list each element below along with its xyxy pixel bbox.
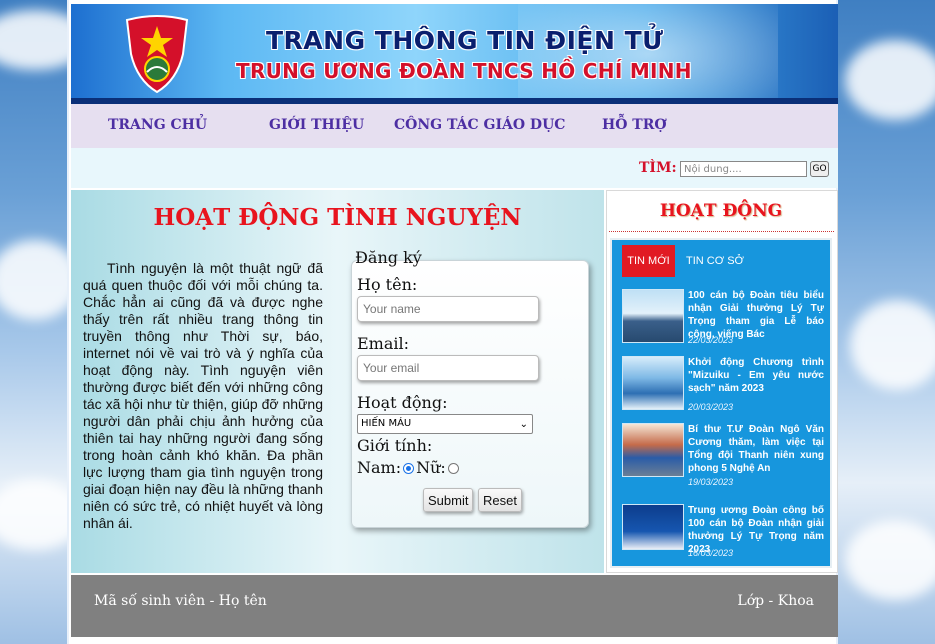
news-thumbnail-image — [622, 423, 684, 477]
form-legend: Đăng ký — [355, 248, 422, 267]
page-container: TRANG THÔNG TIN ĐIỆN TỬ TRUNG ƯƠNG ĐOÀN … — [67, 0, 838, 644]
activity-label: Hoạt động: — [357, 393, 448, 412]
search-input[interactable] — [680, 161, 807, 177]
search-go-button[interactable]: GO — [810, 161, 829, 177]
news-title[interactable]: Bí thư T.Ư Đoàn Ngô Văn Cương thăm, làm … — [688, 423, 824, 475]
nav-item-education[interactable]: CÔNG TÁC GIÁO DỤC — [394, 117, 565, 133]
news-date: 19/03/2023 — [688, 477, 734, 487]
divider — [609, 231, 834, 232]
search-label: TÌM: — [639, 160, 677, 176]
email-input[interactable] — [357, 355, 539, 381]
news-thumbnail-image — [622, 504, 684, 550]
news-item[interactable]: Trung ương Đoàn công bố 100 cán bộ Đoàn … — [622, 504, 826, 564]
news-item[interactable]: Bí thư T.Ư Đoàn Ngô Văn Cương thăm, làm … — [622, 423, 826, 487]
news-title[interactable]: Khởi động Chương trình "Mizuiku - Em yêu… — [688, 356, 824, 395]
intro-paragraph: Tình nguyện là một thuật ngữ đã quá quen… — [83, 260, 323, 531]
tab-local-news[interactable]: TIN CƠ SỞ — [686, 245, 744, 277]
sidebar-title: HOẠT ĐỘNG — [659, 201, 783, 221]
name-input[interactable] — [357, 296, 539, 322]
news-date: 22/03/2023 — [688, 335, 734, 345]
sidebar: HOẠT ĐỘNG TIN MỚI TIN CƠ SỞ 100 cán bộ Đ… — [606, 190, 838, 573]
cloud — [845, 520, 935, 600]
reset-button[interactable]: Reset — [478, 488, 522, 512]
youth-union-logo-icon — [125, 15, 189, 94]
female-radio[interactable] — [447, 463, 459, 474]
banner-subtitle: TRUNG ƯƠNG ĐOÀN TNCS HỒ CHÍ MINH — [236, 59, 692, 83]
male-label: Nam: — [357, 458, 402, 477]
chevron-down-icon: ⌄ — [519, 419, 528, 430]
news-title[interactable]: 100 cán bộ Đoàn tiêu biểu nhận Giải thưở… — [688, 289, 824, 341]
news-item[interactable]: Khởi động Chương trình "Mizuiku - Em yêu… — [622, 356, 826, 416]
name-label: Họ tên: — [357, 275, 418, 294]
nav-item-about[interactable]: GIỚI THIỆU — [269, 117, 364, 133]
news-panel: TIN MỚI TIN CƠ SỞ 100 cán bộ Đoàn tiêu b… — [612, 240, 830, 566]
header-banner: TRANG THÔNG TIN ĐIỆN TỬ TRUNG ƯƠNG ĐOÀN … — [71, 4, 838, 104]
male-radio[interactable] — [403, 463, 415, 474]
cloud — [850, 300, 935, 390]
nav-item-support[interactable]: HỖ TRỢ — [602, 117, 667, 133]
news-thumbnail-image — [622, 356, 684, 410]
footer-student-info: Mã số sinh viên - Họ tên — [94, 593, 267, 609]
activity-select[interactable]: HIẾN MÁU ⌄ — [357, 414, 533, 434]
news-item[interactable]: 100 cán bộ Đoàn tiêu biểu nhận Giải thưở… — [622, 289, 826, 349]
submit-button[interactable]: Submit — [423, 488, 474, 512]
footer-class-info: Lớp - Khoa — [737, 593, 814, 609]
cloud — [845, 40, 935, 120]
news-date: 16/03/2023 — [688, 548, 734, 558]
tab-latest-news[interactable]: TIN MỚI — [622, 245, 675, 277]
page-title: HOẠT ĐỘNG TÌNH NGUYỆN — [153, 204, 522, 231]
main-content: HOẠT ĐỘNG TÌNH NGUYỆN Tình nguyện là một… — [71, 190, 604, 573]
footer: Mã số sinh viên - Họ tên Lớp - Khoa — [71, 575, 838, 637]
gender-label: Giới tính: — [357, 436, 433, 455]
search-bar: TÌM: GO — [71, 148, 838, 188]
female-label: Nữ: — [416, 458, 446, 477]
gender-radio-group: Nam: Nữ: — [357, 458, 461, 477]
news-date: 20/03/2023 — [688, 402, 734, 412]
news-thumbnail-image — [622, 289, 684, 343]
banner-title: TRANG THÔNG TIN ĐIỆN TỬ — [266, 26, 664, 55]
activity-selected-value: HIẾN MÁU — [361, 418, 412, 429]
email-label: Email: — [357, 334, 410, 353]
main-nav: TRANG CHỦ GIỚI THIỆU CÔNG TÁC GIÁO DỤC H… — [71, 104, 838, 148]
nav-item-home[interactable]: TRANG CHỦ — [108, 117, 207, 133]
